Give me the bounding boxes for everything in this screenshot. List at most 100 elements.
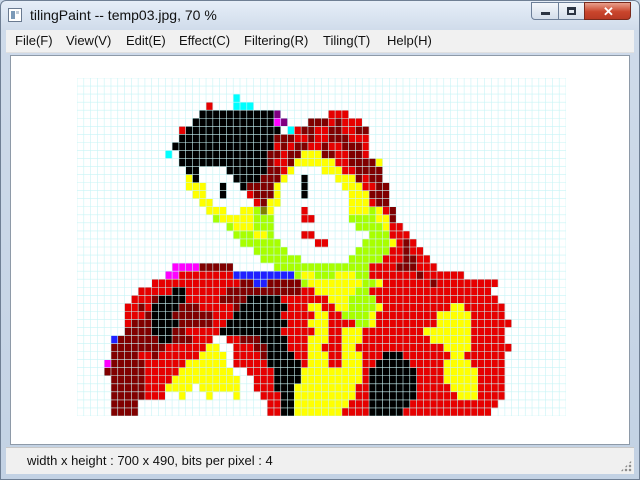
pixel-tile [335, 399, 343, 409]
pixel-tile [253, 327, 261, 336]
title-bar[interactable]: tilingPaint -- temp03.jpg, 70 % ✕ [1, 1, 639, 30]
maximize-button[interactable] [558, 2, 585, 20]
pixel-tile [335, 279, 343, 288]
pixel-tile [321, 311, 329, 320]
pixel-tile [212, 303, 220, 312]
pixel-tile [185, 134, 193, 143]
pixel-tile [158, 327, 166, 336]
pixel-tile [355, 255, 363, 264]
pixel-tile [240, 359, 247, 368]
pixel-tile [260, 182, 268, 191]
pixel-tile [267, 142, 275, 151]
pixel-tile [199, 335, 207, 344]
pixel-tile [362, 375, 370, 385]
menu-tiling[interactable]: Tiling(T) [323, 33, 370, 48]
pixel-tile [362, 214, 370, 224]
pixel-tile [457, 383, 465, 393]
pixel-tile [341, 110, 349, 119]
pixel-tile [457, 311, 465, 320]
pixel-tile [131, 343, 139, 352]
pixel-tile [206, 367, 214, 376]
pixel-tile [178, 263, 186, 272]
pixel-tile [369, 343, 377, 352]
pixel-tile [260, 190, 268, 199]
pixel-tile [409, 279, 417, 288]
pixel-tile [341, 287, 349, 296]
pixel-tile [280, 279, 288, 288]
pixel-tile [172, 327, 180, 336]
pixel-tile [185, 166, 193, 175]
pixel-tile [348, 190, 356, 199]
pixel-tile [314, 118, 322, 127]
pixel-tile [185, 367, 193, 376]
image-canvas-wrapper[interactable] [76, 77, 567, 421]
pixel-tile [260, 150, 268, 159]
pixel-tile [294, 255, 302, 264]
pixel-tile [226, 279, 234, 288]
pixel-tile [178, 134, 186, 143]
pixel-tile [151, 319, 159, 328]
close-button[interactable]: ✕ [584, 2, 631, 20]
pixel-tile [369, 198, 377, 207]
pixel-tile [219, 311, 227, 320]
pixel-tile [219, 142, 227, 151]
pixel-tile [430, 343, 438, 352]
menu-view[interactable]: View(V) [66, 33, 111, 48]
pixel-tile [151, 351, 159, 360]
pixel-tile [233, 295, 241, 304]
menu-help[interactable]: Help(H) [387, 33, 432, 48]
pixel-tile [117, 391, 125, 401]
pixel-tile [158, 287, 166, 296]
pixel-tile [226, 367, 234, 376]
menu-file[interactable]: File(F) [15, 33, 53, 48]
pixel-tile [273, 383, 281, 393]
pixel-tile [226, 311, 234, 320]
pixel-tile [246, 174, 254, 183]
pixel-tile [409, 391, 417, 401]
pixel-tile [464, 351, 472, 360]
pixel-tile [192, 343, 200, 352]
pixel-tile [423, 359, 431, 368]
pixel-tile [335, 158, 343, 167]
pixel-tile [348, 279, 356, 288]
menu-edit[interactable]: Edit(E) [126, 33, 166, 48]
pixel-tile [267, 247, 275, 256]
pixel-tile [403, 391, 410, 401]
pixel-tile [212, 279, 220, 288]
pixel-tile [253, 295, 261, 304]
pixel-tile [246, 271, 254, 280]
pixel-tile [362, 182, 370, 191]
pixel-tile [375, 383, 383, 393]
pixel-tile [240, 206, 247, 216]
pixel-tile [267, 198, 275, 207]
app-icon[interactable] [8, 8, 22, 22]
resize-grip-icon[interactable] [620, 460, 632, 472]
pixel-tile [375, 359, 383, 368]
pixel-tile [375, 174, 383, 183]
pixel-tile [369, 367, 377, 376]
canvas-area[interactable] [10, 55, 630, 445]
pixel-tile [348, 166, 356, 175]
status-text: width x height : 700 x 490, bits per pix… [27, 453, 273, 468]
pixel-tile [280, 367, 288, 376]
pixel-tile [301, 206, 309, 216]
pixel-tile [409, 255, 417, 264]
minimize-button[interactable] [531, 2, 559, 20]
pixel-tile [233, 303, 241, 312]
pixel-tile [246, 126, 254, 135]
pixel-tile [457, 327, 465, 336]
pixel-tile [403, 255, 410, 264]
pixel-tile [396, 271, 404, 280]
pixel-tile [240, 271, 247, 280]
pixel-tile [260, 126, 268, 135]
menu-filtering[interactable]: Filtering(R) [244, 33, 308, 48]
pixel-tile [484, 287, 492, 296]
pixel-tile [423, 327, 431, 336]
pixel-tile [219, 327, 227, 336]
menu-effect[interactable]: Effect(C) [179, 33, 230, 48]
pixel-tile [430, 327, 438, 336]
pixel-tile [430, 383, 438, 393]
tiled-image-canvas[interactable] [76, 77, 567, 417]
pixel-tile [362, 158, 370, 167]
pixel-tile [178, 367, 186, 376]
